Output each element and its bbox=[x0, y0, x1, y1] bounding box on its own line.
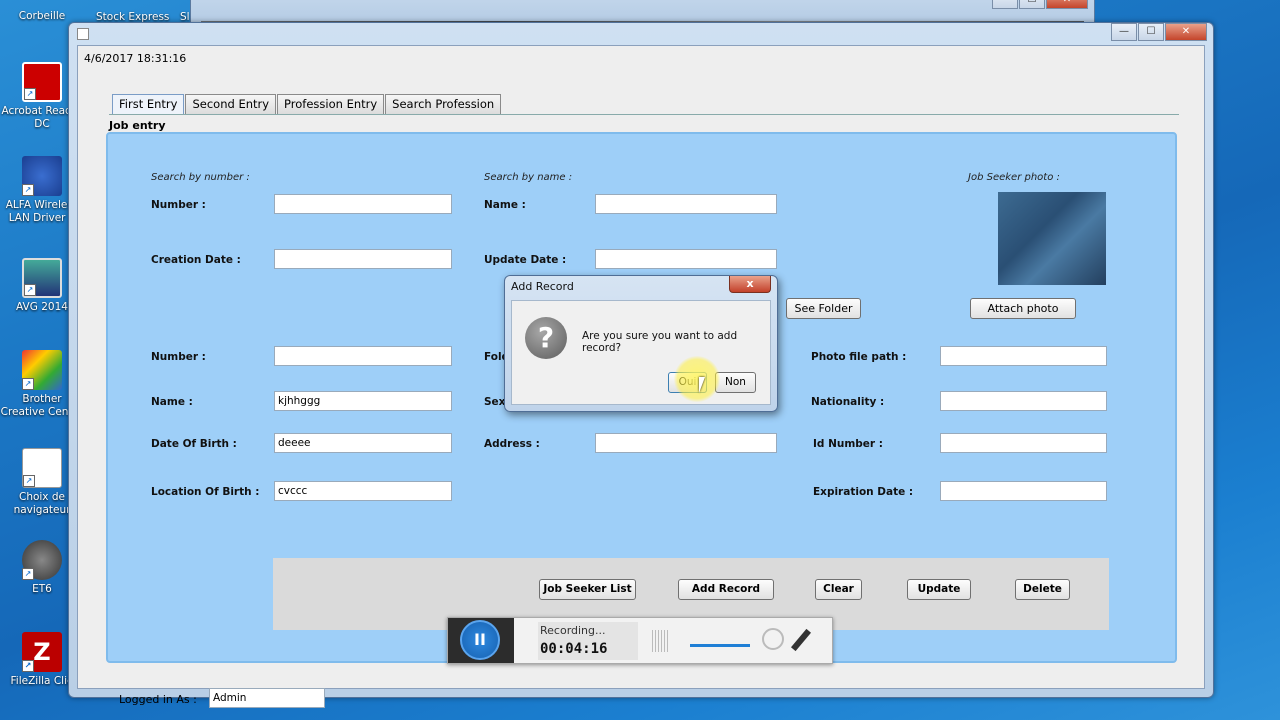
attach-photo-button[interactable]: Attach photo bbox=[970, 298, 1076, 319]
dialog-title: Add Record bbox=[511, 280, 574, 293]
webcam-icon[interactable] bbox=[762, 628, 784, 650]
photo-file-path-label: Photo file path : bbox=[811, 351, 907, 363]
expiration-date-input[interactable] bbox=[940, 481, 1107, 501]
logged-in-label: Logged in As : bbox=[119, 693, 197, 706]
update-date-input[interactable] bbox=[595, 249, 777, 269]
dob-input[interactable]: deeee bbox=[274, 433, 452, 453]
java-app-icon bbox=[77, 28, 89, 40]
close-icon[interactable]: ✕ bbox=[1046, 0, 1088, 9]
creation-date-input[interactable] bbox=[274, 249, 452, 269]
main-window-caption-buttons: — ☐ ✕ bbox=[1110, 23, 1207, 41]
acrobat-icon: ↗ bbox=[22, 62, 62, 102]
pause-icon[interactable]: II bbox=[460, 620, 500, 660]
search-number-label: Number : bbox=[151, 199, 206, 211]
photo-file-path-input[interactable] bbox=[940, 346, 1107, 366]
name-input[interactable]: kjhhggg bbox=[274, 391, 452, 411]
recording-status: Recording... bbox=[540, 624, 606, 637]
recorder-control-area: II bbox=[448, 618, 514, 663]
job-seeker-list-button[interactable]: Job Seeker List bbox=[539, 579, 636, 600]
tab-first-entry[interactable]: First Entry bbox=[112, 94, 185, 114]
add-record-dialog: Add Record x ? Are you sure you want to … bbox=[504, 275, 778, 412]
dialog-body: ? Are you sure you want to add record? O… bbox=[511, 300, 771, 405]
recorder-status-panel: Recording... 00:04:16 bbox=[538, 622, 638, 660]
lob-label: Location Of Birth : bbox=[151, 486, 260, 498]
search-name-input[interactable] bbox=[595, 194, 777, 214]
clear-button[interactable]: Clear bbox=[815, 579, 862, 600]
tab-profession-entry[interactable]: Profession Entry bbox=[277, 94, 385, 114]
minimize-icon[interactable]: — bbox=[1111, 23, 1137, 41]
click-highlight bbox=[674, 356, 720, 402]
background-window-caption-buttons: — ☐ ✕ bbox=[991, 0, 1088, 9]
add-record-button[interactable]: Add Record bbox=[678, 579, 774, 600]
dialog-message: Are you sure you want to add record? bbox=[582, 330, 738, 354]
audio-level-icon bbox=[652, 630, 668, 652]
number-input[interactable] bbox=[274, 346, 452, 366]
section-label: Job entry bbox=[109, 119, 166, 132]
sex-label: Sex bbox=[484, 396, 506, 408]
tab-second-entry[interactable]: Second Entry bbox=[185, 94, 277, 114]
id-number-label: Id Number : bbox=[813, 438, 883, 450]
nationality-label: Nationality : bbox=[811, 396, 885, 408]
search-by-number-hint: Search by number : bbox=[151, 172, 250, 183]
mouse-cursor-icon bbox=[699, 377, 711, 393]
see-folder-button[interactable]: See Folder bbox=[786, 298, 861, 319]
id-number-input[interactable] bbox=[940, 433, 1107, 453]
volume-slider[interactable] bbox=[690, 644, 750, 647]
steering-wheel-icon: ↗ bbox=[22, 540, 62, 580]
desktop-icon-label: Corbeille bbox=[18, 10, 66, 22]
avg-icon: ↗ bbox=[22, 258, 62, 298]
recording-timer: 00:04:16 bbox=[540, 641, 608, 657]
checklist-icon: ↗ bbox=[22, 448, 62, 488]
number-label: Number : bbox=[151, 351, 206, 363]
maximize-icon[interactable]: ☐ bbox=[1019, 0, 1045, 9]
question-icon: ? bbox=[525, 317, 567, 359]
pen-icon[interactable] bbox=[790, 628, 812, 652]
desktop-icon-recycle-bin[interactable]: Corbeille bbox=[0, 0, 84, 23]
search-name-label: Name : bbox=[484, 199, 526, 211]
dob-label: Date Of Birth : bbox=[151, 438, 237, 450]
nationality-input[interactable] bbox=[940, 391, 1107, 411]
search-by-name-hint: Search by name : bbox=[484, 172, 573, 183]
dialog-close-button[interactable]: x bbox=[729, 276, 771, 293]
maximize-icon[interactable]: ☐ bbox=[1138, 23, 1164, 41]
photo-hint: Job Seeker photo : bbox=[968, 172, 1060, 183]
recorder-toolbar: II Recording... 00:04:16 bbox=[447, 617, 833, 664]
close-icon[interactable]: ✕ bbox=[1165, 23, 1207, 41]
name-label: Name : bbox=[151, 396, 193, 408]
address-input[interactable] bbox=[595, 433, 777, 453]
tab-separator bbox=[109, 114, 1179, 115]
minimize-icon[interactable]: — bbox=[992, 0, 1018, 9]
update-date-label: Update Date : bbox=[484, 254, 567, 266]
filezilla-icon: Z ↗ bbox=[22, 632, 62, 672]
address-label: Address : bbox=[484, 438, 540, 450]
logged-in-user-field: Admin bbox=[209, 688, 325, 708]
tab-search-profession[interactable]: Search Profession bbox=[385, 94, 502, 114]
creation-date-label: Creation Date : bbox=[151, 254, 241, 266]
lob-input[interactable]: cvccc bbox=[274, 481, 452, 501]
tab-bar: First Entry Second Entry Profession Entr… bbox=[112, 94, 502, 114]
search-number-input[interactable] bbox=[274, 194, 452, 214]
expiration-date-label: Expiration Date : bbox=[813, 486, 914, 498]
job-seeker-photo bbox=[998, 192, 1106, 285]
no-button[interactable]: Non bbox=[715, 372, 756, 393]
brother-icon: ↗ bbox=[22, 350, 62, 390]
delete-button[interactable]: Delete bbox=[1015, 579, 1070, 600]
wireless-icon: ↗ bbox=[22, 156, 62, 196]
datetime-display: 4/6/2017 18:31:16 bbox=[84, 52, 187, 65]
update-button[interactable]: Update bbox=[907, 579, 971, 600]
